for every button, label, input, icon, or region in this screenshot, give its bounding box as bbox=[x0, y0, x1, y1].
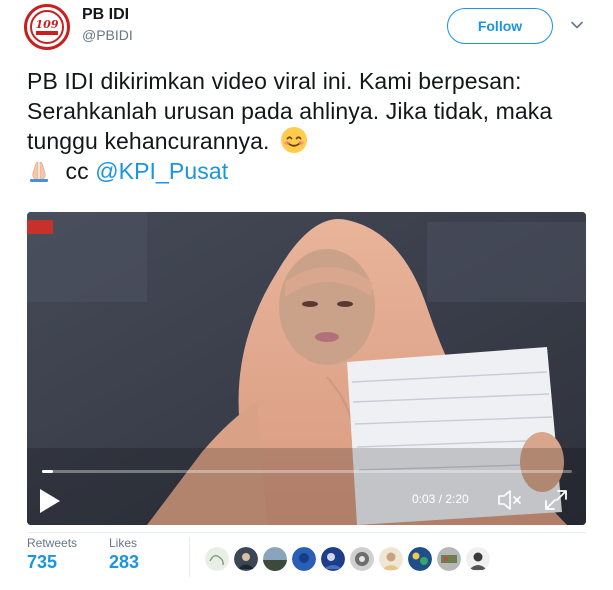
user-handle[interactable]: @PBIDI bbox=[82, 27, 133, 43]
retweets-label: Retweets bbox=[27, 536, 78, 550]
smiling-face-emoji-icon bbox=[281, 127, 308, 153]
liker-avatar[interactable] bbox=[379, 547, 403, 571]
retweets-stat[interactable]: Retweets 735 bbox=[27, 536, 77, 573]
liker-avatar[interactable] bbox=[466, 547, 490, 571]
likes-label: Likes bbox=[109, 536, 138, 550]
play-icon[interactable] bbox=[37, 487, 63, 515]
divider bbox=[27, 532, 586, 533]
follow-button[interactable]: Follow bbox=[447, 8, 553, 44]
liker-avatar[interactable] bbox=[350, 547, 374, 571]
avatar[interactable]: 109 bbox=[24, 4, 70, 50]
chevron-down-icon[interactable] bbox=[570, 18, 584, 32]
fullscreen-icon[interactable] bbox=[543, 488, 569, 512]
likes-count: 283 bbox=[109, 552, 140, 572]
liker-avatar[interactable] bbox=[263, 547, 287, 571]
video-progress-fill bbox=[42, 470, 54, 473]
liker-avatar[interactable] bbox=[234, 547, 258, 571]
tweet-header: 109 PB IDI @PBIDI Follow bbox=[0, 0, 613, 56]
folded-hands-emoji-icon bbox=[30, 161, 48, 182]
video-time: 0:03 / 2:20 bbox=[412, 492, 469, 506]
likes-stat[interactable]: Likes 283 bbox=[109, 536, 139, 573]
mute-icon[interactable] bbox=[497, 488, 523, 512]
liker-avatar[interactable] bbox=[205, 547, 229, 571]
tweet-text: PB IDI dikirimkan video viral ini. Kami … bbox=[27, 66, 587, 186]
avatar-stripe bbox=[36, 31, 58, 35]
liker-avatar[interactable] bbox=[292, 547, 316, 571]
avatar-number: 109 bbox=[35, 18, 59, 31]
video-progress-bar[interactable] bbox=[42, 470, 572, 473]
stats-divider bbox=[189, 537, 190, 577]
avatar-logo: 109 bbox=[30, 10, 64, 44]
mention-link[interactable]: @KPI_Pusat bbox=[95, 158, 228, 184]
cc-text: cc bbox=[65, 158, 89, 184]
liker-avatar[interactable] bbox=[408, 547, 432, 571]
display-name[interactable]: PB IDI bbox=[82, 6, 129, 24]
retweets-count: 735 bbox=[27, 552, 58, 572]
liker-avatar[interactable] bbox=[321, 547, 345, 571]
liker-avatar[interactable] bbox=[437, 547, 461, 571]
video-player[interactable]: 0:03 / 2:20 bbox=[27, 212, 586, 525]
video-frame bbox=[27, 212, 586, 525]
